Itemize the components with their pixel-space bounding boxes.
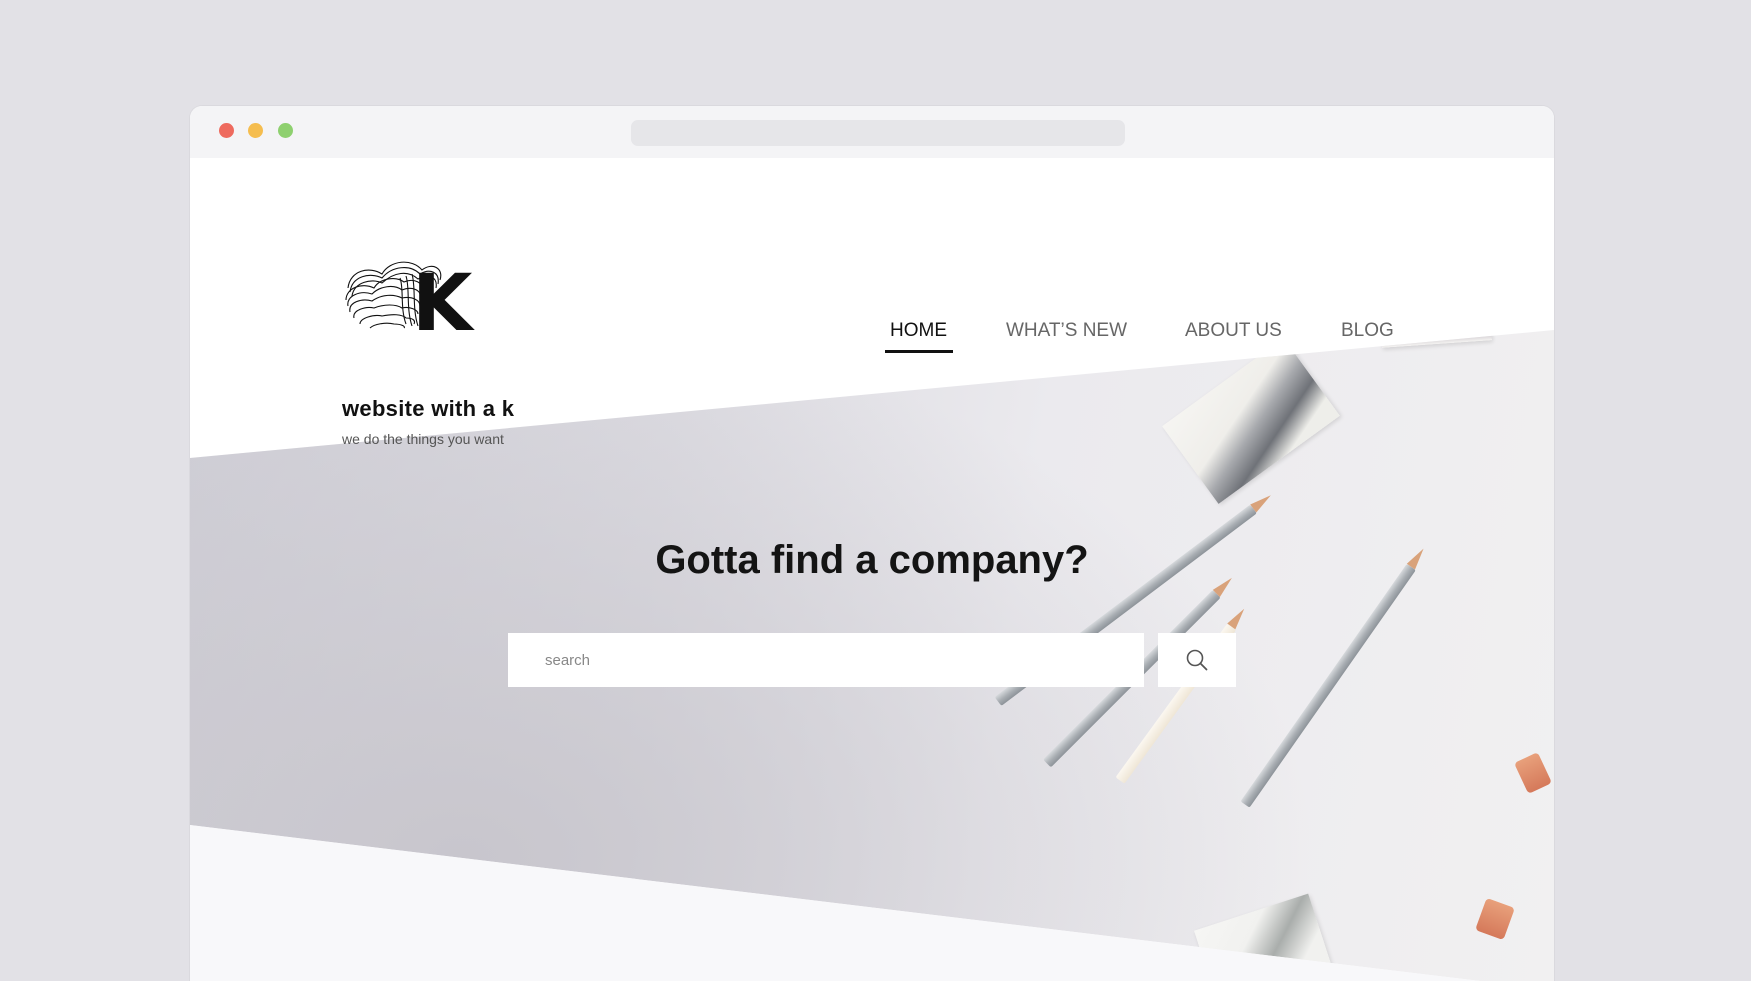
watercolor-paper-image: [1162, 338, 1340, 504]
maximize-window-button[interactable]: [278, 123, 293, 138]
search-icon: [1186, 649, 1208, 671]
address-bar[interactable]: [631, 120, 1125, 146]
watercolor-paper-image: [1378, 330, 1492, 348]
browser-titlebar: [190, 106, 1554, 158]
nav-item-whats-new[interactable]: WHAT’S NEW: [1006, 320, 1127, 342]
binder-clip-image: [1475, 897, 1515, 941]
search-input[interactable]: [508, 633, 1144, 687]
site-title: website with a k: [342, 396, 515, 421]
close-window-button[interactable]: [219, 123, 234, 138]
nav-item-blog[interactable]: BLOG: [1341, 320, 1394, 342]
browser-window: K website with a k we do the things you …: [190, 106, 1554, 981]
pencil-image: [1240, 563, 1416, 808]
site-tagline: we do the things you want: [342, 431, 504, 447]
site-logo[interactable]: K: [340, 248, 480, 338]
search-button[interactable]: [1158, 633, 1236, 687]
nav-item-about-us[interactable]: ABOUT US: [1185, 320, 1282, 342]
web-page: K website with a k we do the things you …: [190, 158, 1554, 981]
logo-letter: K: [412, 259, 475, 338]
binder-clip-image: [1514, 752, 1552, 794]
minimize-window-button[interactable]: [248, 123, 263, 138]
hero-headline: Gotta find a company?: [655, 538, 1089, 582]
nav-item-home[interactable]: HOME: [885, 320, 953, 353]
